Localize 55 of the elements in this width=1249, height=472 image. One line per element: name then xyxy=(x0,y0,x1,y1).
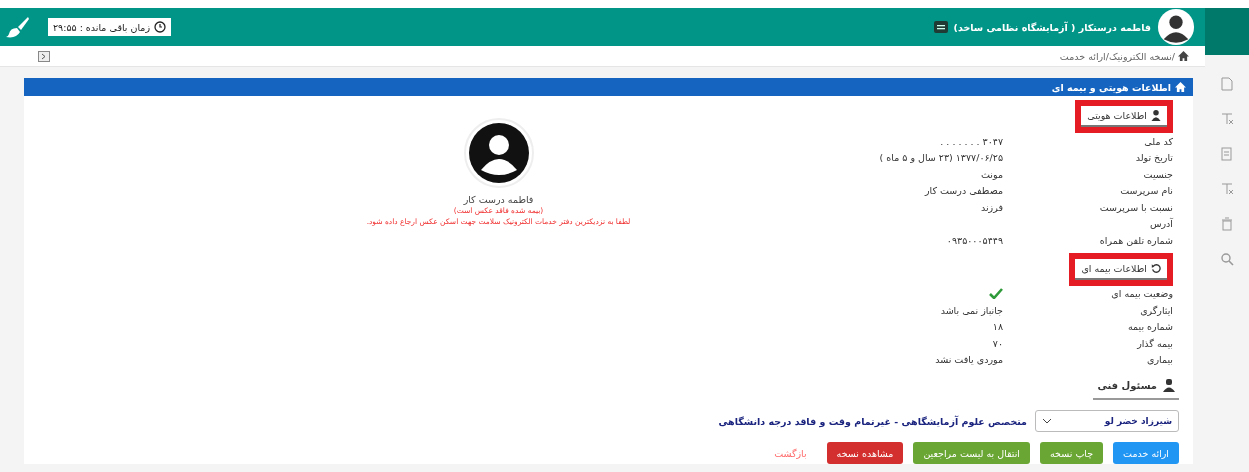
section-title: اطلاعات هویتی xyxy=(1087,110,1147,121)
clear-icon[interactable] xyxy=(1220,112,1234,126)
field-value: ۷۰ xyxy=(992,337,1003,349)
field-label: بیماری xyxy=(1146,354,1173,366)
history-icon xyxy=(1151,262,1161,274)
section-title: مسئول فنی xyxy=(1097,380,1157,391)
section-title: اطلاعات بیمه ای xyxy=(1081,262,1147,274)
trash-icon[interactable] xyxy=(1220,217,1234,231)
home-icon xyxy=(1175,82,1186,92)
field-value: جانباز نمی باشد xyxy=(940,304,1003,316)
field-value: ۳۰۴۷ . . . . . . . xyxy=(940,135,1003,147)
person-icon xyxy=(1151,110,1161,121)
field-label: نام سرپرست xyxy=(1119,185,1173,197)
field-value: ۱۸ xyxy=(992,321,1003,333)
file-icon[interactable] xyxy=(1220,147,1234,161)
field-label: ایثارگری xyxy=(1139,304,1173,316)
field-label: کد ملی xyxy=(1143,135,1173,147)
field-value: ۰۹۳۵۰۰۰۵۴۴۹ xyxy=(946,234,1003,246)
chevron-icon xyxy=(1042,418,1052,424)
field-value: فرزند xyxy=(981,201,1003,213)
user-name: فاطمه درستکار ( آزمایشگاه نظامی ساخد) xyxy=(953,21,1151,33)
field-value: موردی یافت نشد xyxy=(935,354,1003,366)
field-label: بیمه گذار xyxy=(1136,337,1173,349)
profile-name: فاطمه درست کار xyxy=(463,194,534,205)
panel-title: اطلاعات هویتی و بیمه ای xyxy=(1051,81,1171,93)
field-label: شماره بیمه xyxy=(1126,321,1173,333)
document-icon[interactable] xyxy=(1220,77,1234,91)
id-card-icon[interactable] xyxy=(933,21,948,34)
expand-icon[interactable] xyxy=(38,50,50,62)
timer-text: زمان باقی مانده : ۲۹:۵۵ xyxy=(53,21,151,33)
action-button[interactable]: انتقال به لیست مراجعین xyxy=(913,442,1030,464)
technician-dropdown[interactable]: شیرزاد خضر لو xyxy=(1035,410,1179,432)
field-label: آدرس xyxy=(1148,218,1173,230)
clock-icon xyxy=(154,21,167,34)
field-value: مصطفی درست کار xyxy=(925,185,1003,197)
brush-icon[interactable] xyxy=(6,16,30,39)
field-label: شماره تلفن همراه xyxy=(1098,234,1173,246)
technician-icon xyxy=(1163,379,1175,392)
field-label: نسبت با سرپرست xyxy=(1098,201,1173,213)
home-icon xyxy=(1178,51,1189,62)
field-value: ۱۳۷۷/۰۶/۲۵ (۲۳ سال و ۵ ماه ) xyxy=(879,152,1003,164)
sidebar-header xyxy=(1205,8,1249,55)
clear-icon[interactable] xyxy=(1220,182,1234,196)
technician-description: متخصص علوم آزمایشگاهی - غیرتمام وقت و فاقد درجه دانشگاهی xyxy=(718,415,1027,427)
back-link[interactable]: بازگشت xyxy=(774,447,807,459)
zoom-icon[interactable] xyxy=(1220,252,1234,266)
field-value: مونث xyxy=(981,168,1003,180)
action-button[interactable]: چاپ نسخه xyxy=(1040,442,1104,464)
avatar-icon xyxy=(1157,8,1195,47)
avatar-icon xyxy=(463,118,534,188)
action-button[interactable]: مشاهده نسخه xyxy=(826,442,904,464)
action-button[interactable]: ارائه خدمت xyxy=(1113,442,1179,464)
field-label: وضعیت بیمه ای xyxy=(1110,288,1173,300)
field-label: تاریخ تولد xyxy=(1134,152,1173,164)
field-label: جنسیت xyxy=(1142,168,1173,180)
